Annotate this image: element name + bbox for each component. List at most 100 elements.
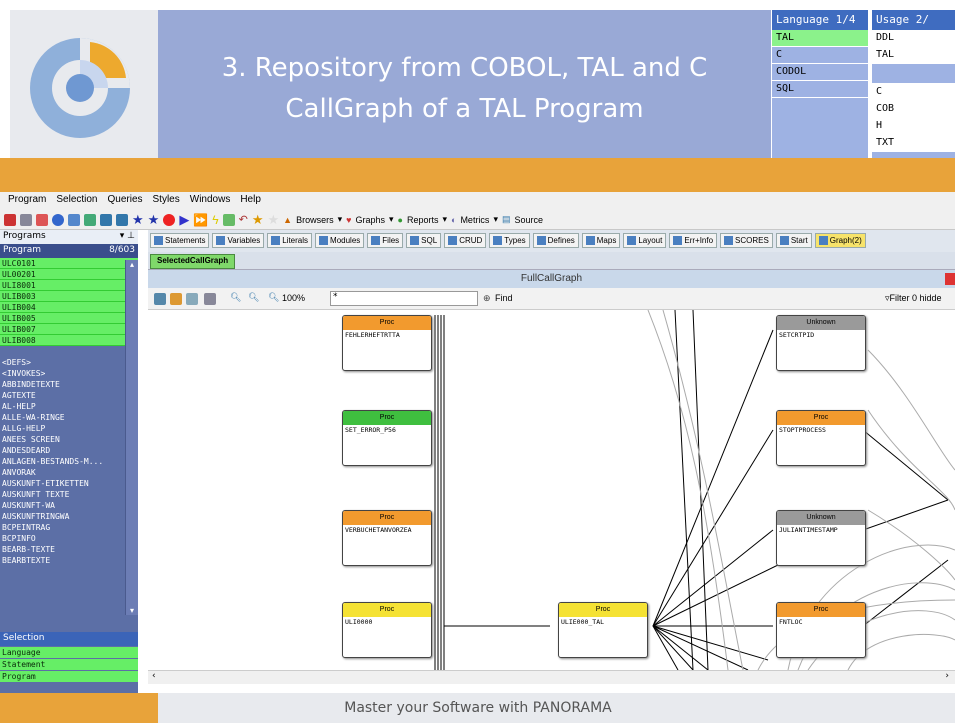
tab-defines[interactable]: Defines <box>532 233 579 248</box>
program-list-item[interactable]: ULIB005 <box>0 313 138 324</box>
find-input[interactable]: * <box>330 291 478 306</box>
list-icon[interactable] <box>84 213 96 226</box>
chart-icon[interactable] <box>222 213 235 226</box>
selection-item[interactable]: Language <box>0 647 138 658</box>
program-list-item[interactable]: <INVOKES> <box>0 368 138 379</box>
zoom-reset-icon[interactable]: 🔍︎ <box>268 292 279 303</box>
program-list-item[interactable]: BCPINFO <box>0 533 138 544</box>
callgraph-node[interactable]: Unknown SETCRTPID <box>776 315 866 371</box>
tab-scores[interactable]: SCORES <box>720 233 773 248</box>
menu-selection[interactable]: Selection <box>56 194 97 208</box>
tab-files[interactable]: Files <box>367 233 404 248</box>
tab-modules[interactable]: Modules <box>315 233 365 248</box>
close-icon[interactable] <box>945 273 955 285</box>
program-list-item[interactable]: ANVORAK <box>0 467 138 478</box>
program-list-item[interactable]: AUSKUNFT-WA <box>0 500 138 511</box>
tab-layout[interactable]: Layout <box>623 233 667 248</box>
menu-queries[interactable]: Queries <box>108 194 143 208</box>
print-icon[interactable] <box>204 293 216 305</box>
program-list-item[interactable]: ANEES SCREEN <box>0 434 138 445</box>
scroll-down-icon[interactable]: ▾ <box>126 606 138 615</box>
pin-icon[interactable]: ▾ ⊥ <box>120 231 135 243</box>
window-icon[interactable] <box>100 213 112 226</box>
scroll-up-icon[interactable]: ▴ <box>126 260 138 269</box>
program-list-item[interactable]: ULIB004 <box>0 302 138 313</box>
tab-sql[interactable]: SQL <box>406 233 442 248</box>
callgraph-node[interactable]: Proc STOPTPROCESS <box>776 410 866 466</box>
program-list-item[interactable]: BCPEINTRAG <box>0 522 138 533</box>
tab-selected-callgraph[interactable]: SelectedCallGraph <box>150 254 236 269</box>
tab-err-info[interactable]: Err+Info <box>669 233 718 248</box>
program-list-item[interactable]: ULC0101 <box>0 258 138 269</box>
program-list-item[interactable] <box>0 346 138 357</box>
back-icon[interactable] <box>52 213 64 226</box>
star-icon[interactable]: ★ <box>252 212 264 228</box>
graphs-button[interactable]: Graphs <box>355 215 385 225</box>
search-icon[interactable] <box>68 213 80 226</box>
program-list-item[interactable]: AGTEXTE <box>0 390 138 401</box>
reports-button[interactable]: Reports <box>407 215 439 225</box>
language-item[interactable]: TAL <box>772 30 868 47</box>
program-list-item[interactable]: <DEFS> <box>0 357 138 368</box>
program-list-item[interactable]: ULIB003 <box>0 291 138 302</box>
menu-help[interactable]: Help <box>240 194 261 208</box>
lightning-icon[interactable]: ϟ <box>212 213 218 227</box>
callgraph-node[interactable]: Proc SET_ERROR_P56 <box>342 410 432 466</box>
program-list-item[interactable]: ANDESDEARD <box>0 445 138 456</box>
program-list-item[interactable]: ABBINDETEXTE <box>0 379 138 390</box>
usage-item[interactable]: TAL <box>872 47 955 64</box>
fast-forward-icon[interactable]: ⏩ <box>193 213 208 227</box>
tab-graph-2-[interactable]: Graph(2) <box>814 233 866 248</box>
tab-literals[interactable]: Literals <box>267 233 313 248</box>
source-button[interactable]: Source <box>514 215 543 225</box>
usage-item[interactable] <box>872 64 955 84</box>
program-list-item[interactable]: ALLE-WA-RINGE <box>0 412 138 423</box>
export-icon[interactable] <box>170 293 182 305</box>
scroll-left-icon[interactable]: ‹ <box>152 671 156 681</box>
program-list-item[interactable]: ULIB008 <box>0 335 138 346</box>
tool-icon[interactable] <box>4 213 16 226</box>
callgraph-node[interactable]: Proc FNTLOC <box>776 602 866 658</box>
play-icon[interactable]: ▶ <box>179 212 189 228</box>
program-list-item[interactable]: BEARB-TEXTE <box>0 544 138 555</box>
star-icon[interactable]: ★ <box>132 212 144 228</box>
program-list-item[interactable]: ULIB007 <box>0 324 138 335</box>
language-item[interactable]: CODOL <box>772 64 868 81</box>
callgraph-node[interactable]: Proc ULI0000 <box>342 602 432 658</box>
tab-statements[interactable]: Statements <box>150 233 210 248</box>
program-list-item[interactable]: AUSKUNFT TEXTE <box>0 489 138 500</box>
scroll-right-icon[interactable]: › <box>945 671 949 681</box>
program-list-item[interactable]: UL00201 <box>0 269 138 280</box>
save-icon[interactable] <box>116 213 128 226</box>
tab-crud[interactable]: CRUD <box>444 233 487 248</box>
save-icon[interactable] <box>154 293 166 305</box>
selection-item[interactable]: Program <box>0 671 138 682</box>
record-icon[interactable] <box>163 213 176 226</box>
callgraph-node[interactable]: Proc ULIE000_TAL <box>558 602 648 658</box>
usage-item[interactable]: DDL <box>872 30 955 47</box>
filter-status[interactable]: ▿Filter 0 hidde <box>885 293 942 304</box>
tool-icon[interactable] <box>20 213 32 226</box>
tab-variables[interactable]: Variables <box>212 233 265 248</box>
callgraph-node[interactable]: Unknown JULIANTIMESTAMP <box>776 510 866 566</box>
callgraph-node[interactable]: Proc FEHLERHEFTRTTA <box>342 315 432 371</box>
language-item[interactable]: SQL <box>772 81 868 98</box>
tab-start[interactable]: Start <box>775 233 812 248</box>
program-list-item[interactable]: BEARBTEXTE <box>0 555 138 566</box>
program-list-item[interactable]: AUSKUNFTRINGWA <box>0 511 138 522</box>
program-list-item[interactable]: ANLAGEN-BESTANDS-M... <box>0 456 138 467</box>
selection-item[interactable]: Statement <box>0 659 138 670</box>
usage-item[interactable]: TXT <box>872 135 955 152</box>
browsers-button[interactable]: Browsers <box>296 215 334 225</box>
language-item[interactable]: C <box>772 47 868 64</box>
program-list-item[interactable]: ULI8001 <box>0 280 138 291</box>
program-list-item[interactable]: ALLG-HELP <box>0 423 138 434</box>
menu-program[interactable]: Program <box>8 194 46 208</box>
tab-maps[interactable]: Maps <box>581 233 621 248</box>
program-list-scrollbar[interactable]: ▴ ▾ <box>125 260 138 615</box>
callgraph-canvas[interactable]: Proc FEHLERHEFTRTTA Proc SET_ERROR_P56 Proc V… <box>148 310 955 670</box>
usage-item[interactable]: COB <box>872 101 955 118</box>
graph-horizontal-scrollbar[interactable]: ‹ › <box>148 670 955 684</box>
metrics-button[interactable]: Metrics <box>460 215 489 225</box>
home-icon[interactable] <box>36 213 48 226</box>
